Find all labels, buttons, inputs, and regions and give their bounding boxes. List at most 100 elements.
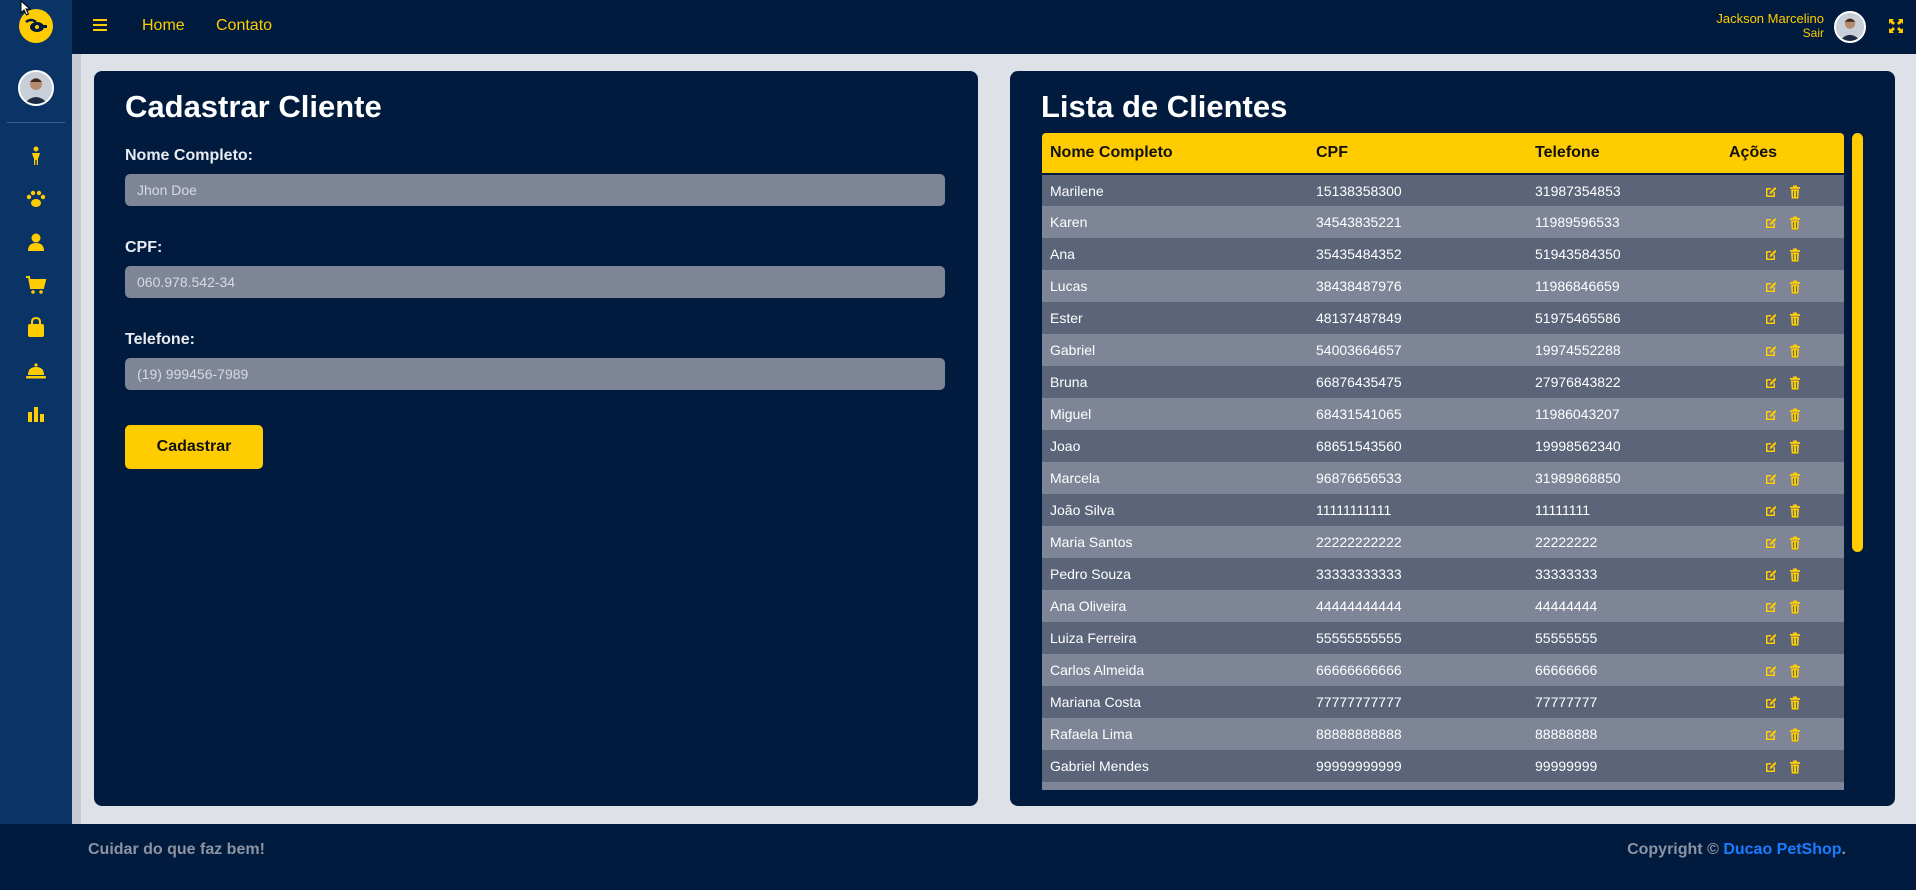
table-row: Luiza Ferreira 55555555555 55555555: [1042, 622, 1844, 654]
user-icon[interactable]: [24, 230, 48, 254]
edit-icon[interactable]: [1764, 344, 1778, 358]
table-scrollbar[interactable]: [1852, 133, 1863, 552]
trash-icon[interactable]: [1788, 185, 1802, 199]
col-header-phone: Telefone: [1527, 133, 1721, 175]
trash-icon[interactable]: [1788, 760, 1802, 774]
col-header-actions: Ações: [1721, 133, 1844, 175]
edit-icon[interactable]: [1764, 408, 1778, 422]
edit-icon[interactable]: [1764, 376, 1778, 390]
table-row: Ana 35435484352 51943584350: [1042, 238, 1844, 270]
trash-icon[interactable]: [1788, 248, 1802, 262]
cell-phone: 51943584350: [1535, 246, 1621, 262]
trash-icon[interactable]: [1788, 600, 1802, 614]
edit-icon[interactable]: [1764, 440, 1778, 454]
cell-name: Ester: [1050, 310, 1083, 326]
table-row: Joao 68651543560 19998562340: [1042, 430, 1844, 462]
user-avatar[interactable]: [1834, 11, 1866, 43]
trash-icon[interactable]: [1788, 280, 1802, 294]
cell-phone: 66666666: [1535, 662, 1598, 678]
trash-icon[interactable]: [1788, 440, 1802, 454]
sidebar: [0, 0, 72, 832]
register-client-card: Cadastrar Cliente Nome Completo: CPF: Te…: [94, 71, 978, 806]
edit-icon[interactable]: [1764, 280, 1778, 294]
service-bell-icon[interactable]: [24, 359, 48, 383]
edit-icon[interactable]: [1764, 568, 1778, 582]
table-row: João Silva 11111111111 11111111: [1042, 494, 1844, 526]
edit-icon[interactable]: [1764, 185, 1778, 199]
client-table-container[interactable]: Nome Completo CPF Telefone Ações Marilen…: [1042, 133, 1844, 790]
sidebar-avatar[interactable]: [18, 70, 54, 106]
copyright-text: Copyright ©: [1627, 841, 1719, 858]
person-icon[interactable]: [24, 144, 48, 168]
name-input[interactable]: [125, 174, 945, 206]
trash-icon[interactable]: [1788, 568, 1802, 582]
table-row: Karen 34543835221 11989596533: [1042, 206, 1844, 238]
edit-icon[interactable]: [1764, 632, 1778, 646]
edit-icon[interactable]: [1764, 504, 1778, 518]
cell-name: Ana Oliveira: [1050, 598, 1127, 614]
cell-name: João Silva: [1050, 502, 1115, 518]
client-table: Nome Completo CPF Telefone Ações Marilen…: [1042, 133, 1844, 790]
cell-phone: 19974552288: [1535, 342, 1621, 358]
nav-contact-link[interactable]: Contato: [216, 17, 272, 35]
cell-cpf: 44444444444: [1316, 598, 1402, 614]
table-row: [1042, 782, 1844, 790]
trash-icon[interactable]: [1788, 664, 1802, 678]
trash-icon[interactable]: [1788, 376, 1802, 390]
footer-copyright: Copyright © Ducao PetShop.: [1627, 841, 1846, 859]
table-row: Ester 48137487849 51975465586: [1042, 302, 1844, 334]
edit-icon[interactable]: [1764, 472, 1778, 486]
edit-icon[interactable]: [1764, 664, 1778, 678]
edit-icon[interactable]: [1764, 248, 1778, 262]
cell-phone: 19998562340: [1535, 438, 1621, 454]
cell-cpf: 68651543560: [1316, 438, 1402, 454]
trash-icon[interactable]: [1788, 408, 1802, 422]
cpf-input[interactable]: [125, 266, 945, 298]
brand-link[interactable]: Ducao PetShop: [1723, 841, 1841, 858]
trash-icon[interactable]: [1788, 312, 1802, 326]
trash-icon[interactable]: [1788, 344, 1802, 358]
trash-icon[interactable]: [1788, 632, 1802, 646]
nav-home-link[interactable]: Home: [142, 17, 185, 35]
cell-phone: 11989596533: [1535, 214, 1620, 230]
table-row: Gabriel 54003664657 19974552288: [1042, 334, 1844, 366]
paw-icon[interactable]: [24, 187, 48, 211]
cell-cpf: 33333333333: [1316, 566, 1402, 582]
trash-icon[interactable]: [1788, 696, 1802, 710]
mouse-cursor-icon: [20, 0, 34, 16]
edit-icon[interactable]: [1764, 696, 1778, 710]
trash-icon[interactable]: [1788, 216, 1802, 230]
edit-icon[interactable]: [1764, 216, 1778, 230]
cell-actions: [1721, 430, 1844, 462]
cell-cpf: 54003664657: [1316, 342, 1402, 358]
edit-icon[interactable]: [1764, 728, 1778, 742]
logout-link[interactable]: Sair: [1803, 26, 1824, 40]
cpf-label: CPF:: [125, 239, 163, 256]
cart-icon[interactable]: [24, 273, 48, 297]
cell-phone: 99999999: [1535, 758, 1598, 774]
cell-name: Joao: [1050, 438, 1081, 454]
edit-icon[interactable]: [1764, 600, 1778, 614]
table-row: Mariana Costa 77777777777 77777777: [1042, 686, 1844, 718]
sidebar-divider: [7, 122, 65, 123]
trash-icon[interactable]: [1788, 504, 1802, 518]
register-button[interactable]: Cadastrar: [125, 425, 263, 469]
edit-icon[interactable]: [1764, 536, 1778, 550]
cell-name: Lucas: [1050, 278, 1088, 294]
edit-icon[interactable]: [1764, 312, 1778, 326]
trash-icon[interactable]: [1788, 536, 1802, 550]
cell-phone: 22222222: [1535, 534, 1598, 550]
fullscreen-icon[interactable]: [1888, 18, 1904, 34]
cell-actions: [1721, 718, 1844, 750]
client-list-card: Lista de Clientes Nome Completo CPF Tele…: [1010, 71, 1895, 806]
hamburger-menu-icon[interactable]: [92, 16, 110, 34]
list-title: Lista de Clientes: [1041, 89, 1288, 124]
cell-cpf: 35435484352: [1316, 246, 1402, 262]
edit-icon[interactable]: [1764, 760, 1778, 774]
chart-icon[interactable]: [24, 402, 48, 426]
trash-icon[interactable]: [1788, 472, 1802, 486]
phone-input[interactable]: [125, 358, 945, 390]
cell-phone: 55555555: [1535, 630, 1598, 646]
trash-icon[interactable]: [1788, 728, 1802, 742]
bag-icon[interactable]: [24, 316, 48, 340]
